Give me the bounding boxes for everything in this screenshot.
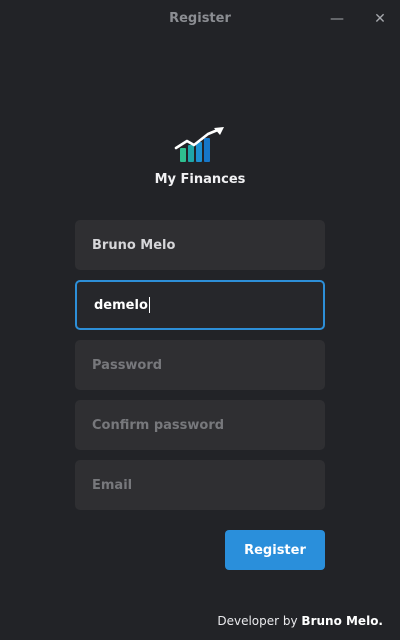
footer-prefix: Developer by (217, 614, 302, 628)
register-window: Register — ✕ My Finances Bruno Melo deme… (0, 0, 400, 640)
title-bar[interactable]: Register — ✕ (0, 0, 400, 38)
password-field[interactable]: Password (75, 340, 325, 390)
name-field[interactable]: Bruno Melo (75, 220, 325, 270)
footer-author: Bruno Melo. (301, 614, 383, 628)
minimize-icon[interactable]: — (328, 10, 346, 28)
close-icon[interactable]: ✕ (371, 10, 389, 28)
email-field[interactable]: Email (75, 460, 325, 510)
logo-bar-2 (188, 145, 194, 162)
footer-credit: Developer by Bruno Melo. (217, 614, 383, 628)
logo-bar-4 (204, 138, 210, 162)
name-field-value: Bruno Melo (92, 237, 176, 253)
email-field-placeholder: Email (92, 477, 133, 493)
text-caret (148, 297, 150, 313)
username-field[interactable]: demelo (75, 280, 325, 330)
finance-chart-icon (174, 127, 224, 162)
app-name: My Finances (154, 172, 246, 187)
register-button[interactable]: Register (225, 530, 325, 570)
logo-bar-3 (196, 142, 202, 162)
logo-bar-1 (180, 148, 186, 162)
confirm-password-field[interactable]: Confirm password (75, 400, 325, 450)
confirm-password-field-placeholder: Confirm password (92, 417, 225, 433)
username-field-value: demelo (94, 297, 148, 313)
password-field-placeholder: Password (92, 357, 163, 373)
